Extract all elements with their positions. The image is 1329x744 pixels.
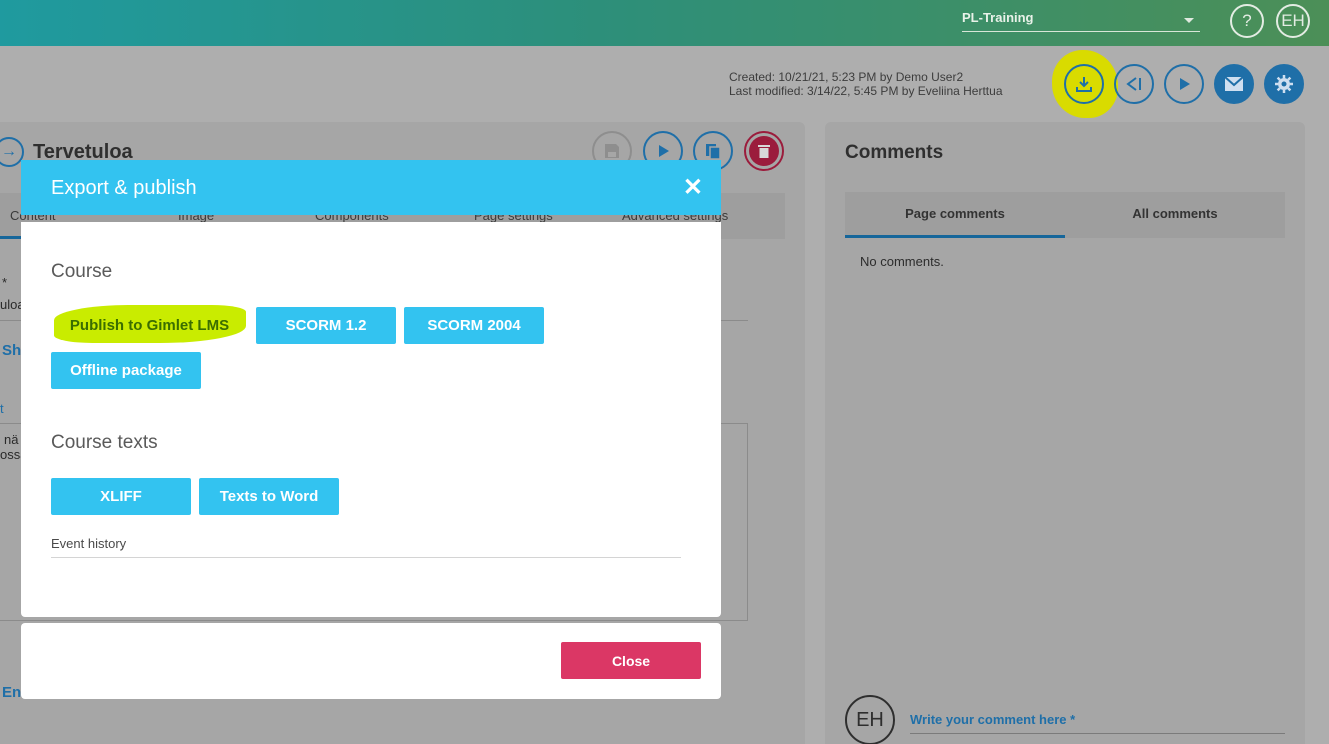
copy-icon (706, 144, 721, 160)
arrow-right-icon: → (1, 143, 17, 160)
scorm-12-button[interactable]: SCORM 1.2 (256, 307, 396, 344)
user-avatar-button[interactable]: EH (1276, 4, 1310, 38)
help-icon: ? (1242, 11, 1252, 30)
top-bar: PL-Training ? EH (0, 0, 1329, 46)
modal-title: Export & publish (51, 177, 197, 199)
chevron-down-icon (1184, 18, 1194, 23)
settings-button[interactable] (1264, 64, 1304, 104)
label-fragment: t (0, 401, 4, 416)
close-button[interactable]: Close (561, 642, 701, 679)
help-button[interactable]: ? (1230, 4, 1264, 38)
xliff-button[interactable]: XLIFF (51, 478, 191, 515)
active-tab-indicator (0, 236, 22, 239)
preview-back-button[interactable] (1114, 64, 1154, 104)
save-icon (605, 144, 619, 158)
created-info: Created: 10/21/21, 5:23 PM by Demo User2 (729, 70, 964, 84)
play-icon (1180, 78, 1190, 90)
modified-info: Last modified: 3/14/22, 5:45 PM by Eveli… (729, 84, 1003, 98)
gear-icon (1275, 75, 1293, 93)
course-section-title: Course (51, 261, 113, 282)
message-button[interactable] (1214, 64, 1254, 104)
project-select-value: PL-Training (962, 10, 1034, 25)
mail-icon (1224, 76, 1244, 91)
event-history-divider (51, 557, 681, 558)
tab-page-comments[interactable]: Page comments (845, 206, 1065, 221)
comments-tabs: Page comments All comments (845, 192, 1285, 238)
no-comments-text: No comments. (860, 254, 944, 269)
active-comment-tab-indicator (845, 235, 1065, 238)
bottom-link-fragment[interactable]: En (2, 684, 21, 701)
editor-text-fragment-1: nä (4, 432, 19, 447)
play-button[interactable] (1164, 64, 1204, 104)
publish-to-gimlet-button[interactable]: Publish to Gimlet LMS (51, 307, 248, 344)
trash-icon (749, 136, 779, 166)
event-history-toggle[interactable]: Event history (51, 536, 126, 551)
download-icon (1076, 77, 1092, 92)
export-button[interactable] (1064, 64, 1104, 104)
send-back-icon (1126, 77, 1141, 91)
close-icon[interactable]: ✕ (683, 173, 703, 202)
comments-title: Comments (845, 142, 944, 163)
scorm-2004-button[interactable]: SCORM 2004 (404, 307, 544, 344)
avatar: EH (845, 695, 895, 744)
course-texts-section-title: Course texts (51, 432, 158, 453)
tab-all-comments[interactable]: All comments (1065, 206, 1285, 221)
user-initials: EH (1281, 11, 1305, 30)
required-star: * (2, 275, 8, 290)
modal-header: Export & publish ✕ (21, 160, 721, 215)
comment-input[interactable]: Write your comment here * (910, 712, 1285, 734)
play-icon (659, 145, 669, 157)
publish-to-gimlet-label: Publish to Gimlet LMS (69, 317, 230, 334)
texts-to-word-button[interactable]: Texts to Word (199, 478, 339, 515)
meta-info: Created: 10/21/21, 5:23 PM by Demo User2… (729, 70, 1003, 98)
offline-package-button[interactable]: Offline package (51, 352, 201, 389)
project-select[interactable]: PL-Training (962, 10, 1200, 32)
delete-button[interactable] (744, 131, 784, 171)
